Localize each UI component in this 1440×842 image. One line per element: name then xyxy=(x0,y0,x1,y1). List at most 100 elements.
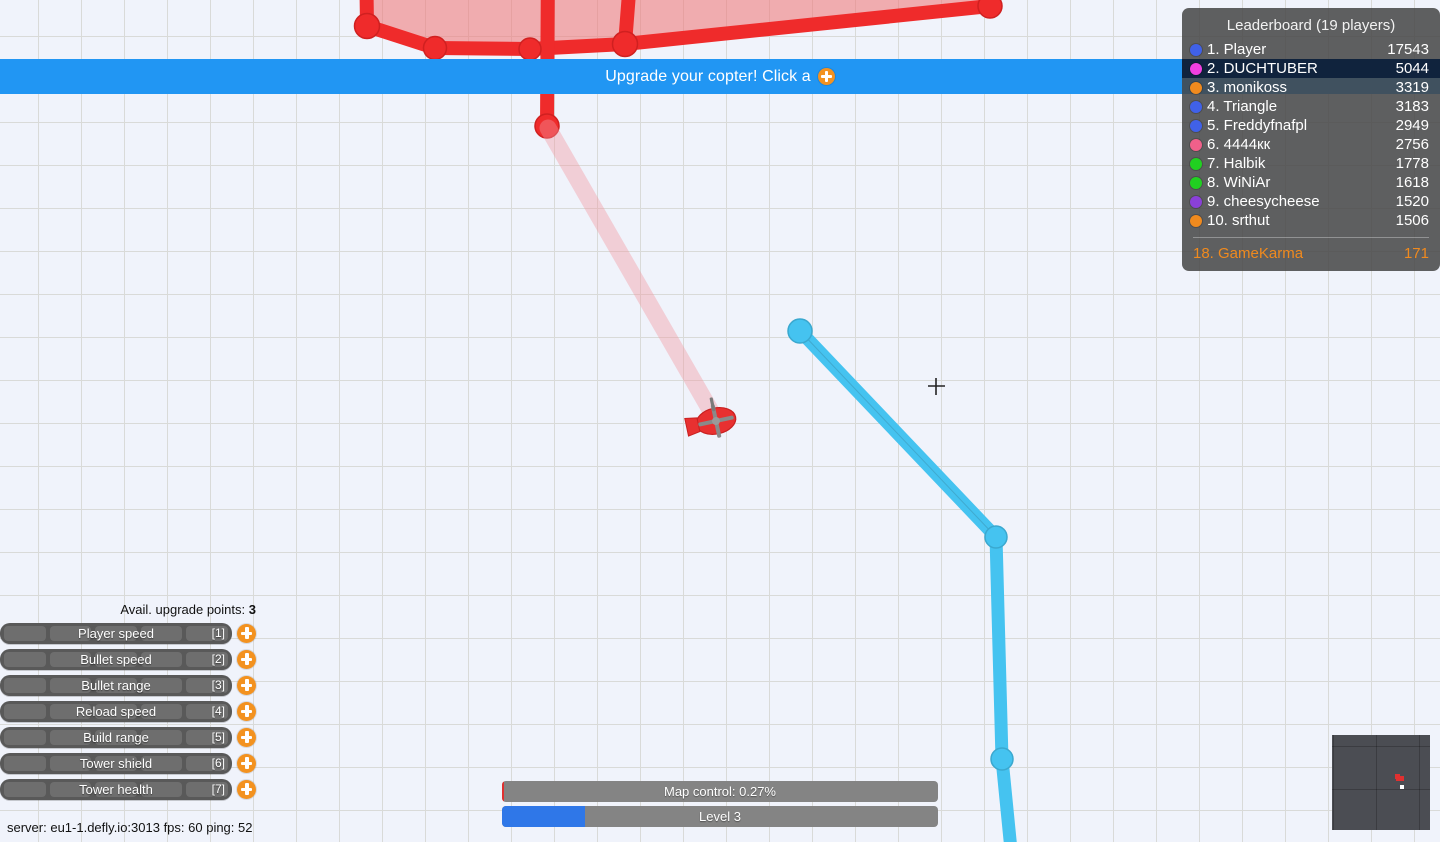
leaderboard-self-score: 171 xyxy=(1403,245,1429,262)
upgrade-segment xyxy=(140,651,183,667)
leaderboard-rows: 1. Player 17543 2. DUCHTUBER 5044 3. monikos… xyxy=(1182,40,1440,230)
upgrade-row: Build range [5] xyxy=(0,724,266,750)
upgrade-segment xyxy=(95,625,137,641)
leaderboard-row-score: 17543 xyxy=(1387,41,1429,58)
leaderboard-row-score: 3183 xyxy=(1395,98,1429,115)
upgrade-segment xyxy=(49,677,92,693)
server-status-text: server: eu1-1.defly.io:3013 fps: 60 ping… xyxy=(7,820,253,835)
avail-points-value: 3 xyxy=(248,602,256,617)
leaderboard-row-score: 2949 xyxy=(1395,117,1429,134)
upgrade-segments xyxy=(0,701,232,722)
leaderboard-row-name: 5. Freddyfnafpl xyxy=(1207,117,1308,134)
upgrade-panel: Avail. upgrade points: 3 Player speed [1]… xyxy=(0,602,266,802)
bullet-trail xyxy=(539,119,725,429)
upgrade-segment xyxy=(140,703,183,719)
player-color-dot xyxy=(1190,157,1202,170)
leaderboard-title: Leaderboard (19 players) xyxy=(1226,17,1396,34)
upgrade-segment xyxy=(4,755,46,771)
upgrade-segments xyxy=(0,753,232,774)
leaderboard-row-score: 1618 xyxy=(1395,174,1429,191)
status-bars: Map control: 0.27% Level 3 xyxy=(502,781,938,831)
map-control-label: Map control: 0.27% xyxy=(663,784,776,799)
upgrade-segment xyxy=(95,651,137,667)
leaderboard-self-name: 18. GameKarma xyxy=(1193,245,1304,262)
leaderboard-row: 9. cheesycheese 1520 xyxy=(1182,192,1440,211)
upgrade-segment xyxy=(140,677,183,693)
upgrade-row: Reload speed [4] xyxy=(0,698,266,724)
upgrade-segment xyxy=(140,729,183,745)
upgrade-segment xyxy=(4,677,46,693)
upgrade-segment xyxy=(4,781,46,797)
leaderboard-row: 5. Freddyfnafpl 2949 xyxy=(1182,116,1440,135)
blue-tower-nodes[interactable] xyxy=(787,318,1014,771)
upgrade-segment xyxy=(186,729,228,745)
upgrade-plus-button[interactable] xyxy=(237,727,256,747)
leaderboard-row-score: 5044 xyxy=(1395,60,1429,77)
leaderboard-row-name: 10. srthut xyxy=(1207,212,1270,229)
leaderboard-row: 2. DUCHTUBER 5044 xyxy=(1182,59,1440,78)
leaderboard-row-name: 6. 4444кк xyxy=(1207,136,1271,153)
upgrade-bar[interactable]: Tower health [7] xyxy=(0,778,232,800)
minimap[interactable] xyxy=(1332,735,1430,830)
upgrade-segment xyxy=(49,625,92,641)
leaderboard-divider xyxy=(1193,237,1429,238)
upgrade-bar[interactable]: Bullet speed [2] xyxy=(0,648,232,670)
leaderboard-row: 8. WiNiAr 1618 xyxy=(1182,173,1440,192)
blue-tower-links xyxy=(793,324,1017,842)
upgrade-segment xyxy=(49,781,92,797)
upgrade-bar[interactable]: Build range [5] xyxy=(0,726,232,748)
upgrade-plus-button[interactable] xyxy=(237,623,256,643)
upgrade-segment xyxy=(49,729,92,745)
leaderboard-row: 1. Player 17543 xyxy=(1182,40,1440,59)
upgrade-segments xyxy=(0,675,232,696)
upgrade-plus-button[interactable] xyxy=(237,753,256,773)
player-color-dot xyxy=(1190,138,1202,151)
available-upgrade-points: Avail. upgrade points: 3 xyxy=(0,602,256,617)
upgrade-plus-button[interactable] xyxy=(237,675,256,695)
upgrade-row: Tower health [7] xyxy=(0,776,266,802)
upgrade-row: Tower shield [6] xyxy=(0,750,266,776)
upgrade-segment xyxy=(95,703,137,719)
upgrade-segment xyxy=(186,651,228,667)
player-color-dot xyxy=(1190,100,1202,113)
upgrade-segment xyxy=(4,625,46,641)
leaderboard-row-name: 3. monikoss xyxy=(1207,79,1288,96)
upgrade-bar[interactable]: Bullet range [3] xyxy=(0,674,232,696)
map-control-bar: Map control: 0.27% xyxy=(502,781,938,802)
upgrade-segments xyxy=(0,649,232,670)
upgrade-segment xyxy=(4,651,46,667)
upgrade-bar[interactable]: Player speed [1] xyxy=(0,622,232,644)
leaderboard-row: 7. Halbik 1778 xyxy=(1182,154,1440,173)
upgrade-rows: Player speed [1] Bullet speed [2] Bullet ran… xyxy=(0,620,266,802)
upgrade-segments xyxy=(0,623,232,644)
upgrade-segments xyxy=(0,779,232,800)
leaderboard-row: 3. monikoss 3319 xyxy=(1182,78,1440,97)
upgrade-bar[interactable]: Reload speed [4] xyxy=(0,700,232,722)
minimap-self-marker xyxy=(1400,785,1404,789)
player-color-dot xyxy=(1190,214,1202,227)
plus-circle-icon xyxy=(817,68,835,85)
leaderboard-row-score: 1506 xyxy=(1395,212,1429,229)
upgrade-bar[interactable]: Tower shield [6] xyxy=(0,752,232,774)
player-color-dot xyxy=(1190,62,1202,75)
upgrade-plus-button[interactable] xyxy=(237,779,256,799)
upgrade-segment xyxy=(95,677,137,693)
leaderboard-row-score: 1778 xyxy=(1395,155,1429,172)
upgrade-segment xyxy=(140,781,183,797)
upgrade-segment xyxy=(49,703,92,719)
upgrade-segment xyxy=(95,729,137,745)
upgrade-segment xyxy=(95,755,137,771)
leaderboard-row-score: 2756 xyxy=(1395,136,1429,153)
leaderboard-row-name: 1. Player xyxy=(1207,41,1267,58)
upgrade-segment xyxy=(186,755,228,771)
upgrade-segment xyxy=(186,677,228,693)
upgrade-segment xyxy=(140,625,183,641)
upgrade-row: Player speed [1] xyxy=(0,620,266,646)
level-label: Level 3 xyxy=(699,809,741,824)
upgrade-plus-button[interactable] xyxy=(237,701,256,721)
upgrade-segment xyxy=(95,781,137,797)
minimap-grid xyxy=(1332,735,1430,830)
player-color-dot xyxy=(1190,43,1202,56)
upgrade-plus-button[interactable] xyxy=(237,649,256,669)
player-copter xyxy=(684,397,737,438)
